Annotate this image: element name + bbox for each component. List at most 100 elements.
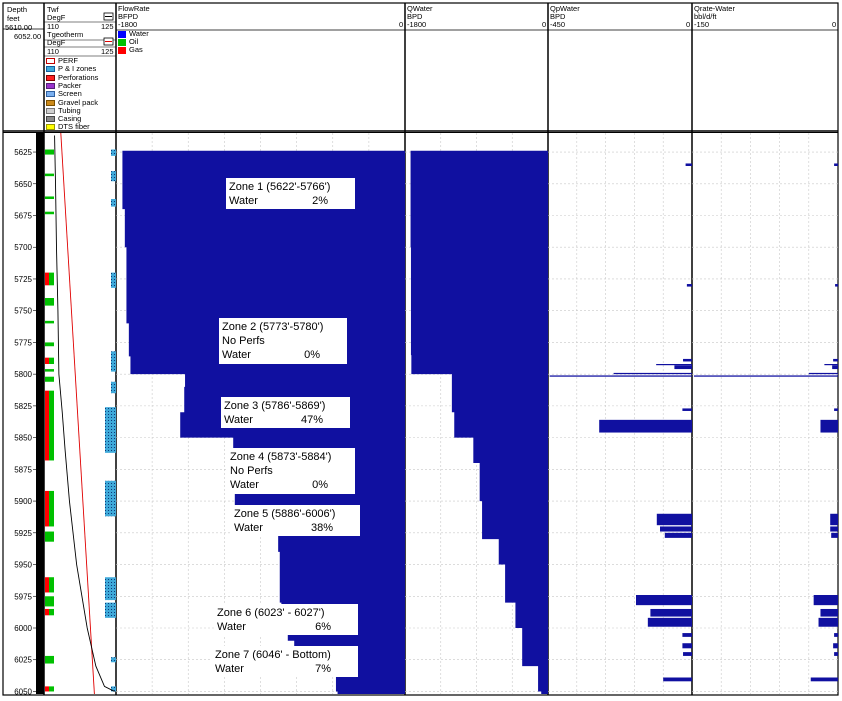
qrate-water-bar [833,358,838,362]
perforation-block [45,531,54,542]
tgeotherm-curve [60,132,95,695]
track-max: 0 [399,20,404,29]
zone-water-row: Water 47% [224,413,323,427]
qpwater-bar [660,526,692,532]
zone-title: Zone 5 (5886'-6006') [234,508,336,520]
pi-zone-marker [111,199,116,207]
zone-water-row: Water 38% [234,521,333,535]
zone-box: Zone 2 (5773'-5780') No Perfs Water 0% [219,318,347,364]
perforation-block [45,272,49,286]
zone-fluid: Water [215,663,244,675]
zone-fluid: Water [234,522,263,534]
zone-water-row: Water 6% [217,620,331,634]
track-min: -450 [550,20,566,29]
zone-fluid: Water [217,621,246,633]
pi-zone-marker [111,381,116,394]
well-log-chart: 5625 5650 5675 5700 5725 5750 5775 5800 5825 5850… [2,2,839,696]
depth-tick-label: 6025 [14,656,32,665]
qrate-water-bar [810,677,838,682]
pi-zone-marker [111,351,116,372]
qrate-water-bar [834,633,838,637]
zone-box: Zone 1 (5622'-5766') Water 2% [226,178,355,209]
perforation-block [45,357,49,364]
zone-title: Zone 1 (5622'-5766') [229,181,331,193]
qrate-water-bar [835,284,838,287]
depth-tick-label: 5625 [14,148,32,157]
perforation-block [49,272,54,286]
depth-tick-label: 5725 [14,275,32,284]
temp-legend-swatch-icon [46,82,55,89]
qrate-water-bar [832,365,838,370]
temp-legend-label: DTS fiber [58,122,90,132]
depth-tick-label: 5800 [14,370,32,379]
zone-percent: 0% [312,479,328,491]
qrate-water-bar [813,595,838,606]
zone-water-row: Water 7% [215,662,331,676]
qrate-water-bar [830,526,838,532]
perforation-block [45,211,54,215]
qpwater-bar [656,364,692,366]
qrate-water-bar [831,532,838,538]
perforation-block [45,376,54,382]
pi-zone-marker [111,657,116,663]
depth-tick-label: 5650 [14,180,32,189]
qrate-water-bar [834,652,838,656]
zone-box: Zone 4 (5873'-5884') No Perfs Water 0% [227,448,355,494]
zone-box: Zone 3 (5786'-5869') Water 47% [221,397,350,428]
zone-title: Zone 4 (5873'-5884') [230,451,332,463]
qpwater-bar [599,419,692,433]
temp-legend-swatch-icon [46,116,55,123]
perforation-block [45,342,54,347]
depth-tick-label: 5975 [14,592,32,601]
perforation-block [49,390,54,461]
qpwater-bar [636,595,692,606]
pi-zone-marker [111,272,116,288]
temp-legend-swatch-icon [46,91,55,98]
zone-percent: 2% [312,195,328,207]
depth-tick-label: 5825 [14,402,32,411]
temp-legend-swatch-icon [46,107,55,114]
depth-tick-label: 5850 [14,434,32,443]
qpwater-bar [683,652,692,656]
qpwater-bar [674,365,692,370]
qpwater-bar [613,372,692,375]
pi-zone-marker [111,149,116,156]
qrate-water-bar [693,375,838,377]
zone-note: No Perfs [222,335,265,347]
zone-percent: 7% [315,663,331,675]
zone-percent: 6% [315,621,331,633]
depth-tick-label: 5675 [14,212,32,221]
qpwater-bar [685,163,692,166]
perforation-block [49,490,54,527]
perforation-block [45,149,54,155]
perforation-block [45,298,54,306]
temp-legend-swatch-icon [46,74,55,81]
qpwater-bar [682,633,692,637]
qpwater-bar [549,375,692,377]
perforation-block [49,357,54,364]
zone-water-row: Water 0% [222,348,320,362]
qrate-water-bar [830,513,838,526]
perforation-block [45,369,54,372]
perforation-block [45,390,49,461]
track-max: 0 [542,20,547,29]
zone-fluid: Water [229,195,258,207]
casing-bar [36,133,44,694]
perforation-block [45,596,54,607]
zone-fluid: Water [222,349,251,361]
depth-tick-label: 5925 [14,529,32,538]
qpwater-bar [683,358,692,362]
zone-fluid: Water [224,414,253,426]
zone-water-row: Water 0% [230,478,328,492]
temp-legend-swatch-icon [46,124,55,131]
qrate-water-bar [820,608,838,617]
zone-title: Zone 2 (5773'-5780') [222,321,324,333]
depth-tick-label: 5700 [14,243,32,252]
legend-label: Gas [129,45,143,54]
zone-percent: 0% [304,349,320,361]
perforation-block [49,686,54,692]
perforation-block [45,320,54,324]
zone-note: No Perfs [230,465,273,477]
qrate-water-bar [834,163,838,166]
pi-zone-marker [105,480,116,517]
